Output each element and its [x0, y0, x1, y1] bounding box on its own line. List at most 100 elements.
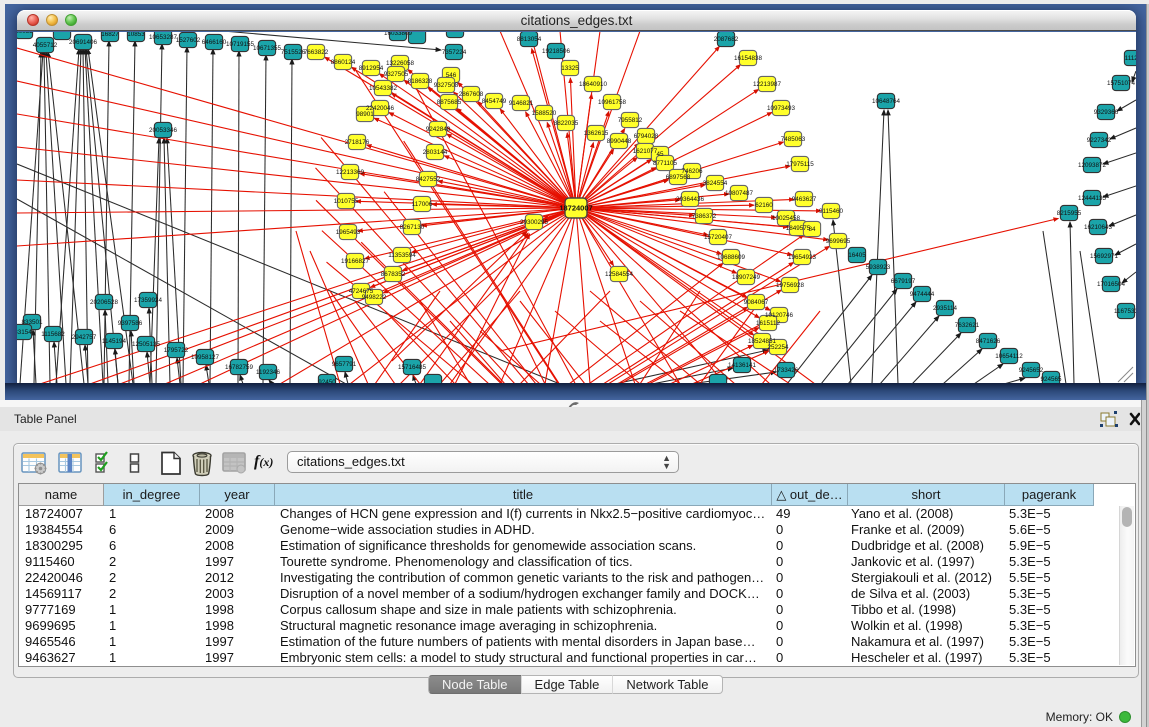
svg-text:84: 84 — [808, 226, 816, 233]
svg-text:7955812: 7955812 — [618, 117, 643, 124]
svg-text:19166827: 19166827 — [341, 258, 370, 265]
svg-text:3824554: 3824554 — [703, 180, 728, 187]
svg-text:117006: 117006 — [412, 201, 433, 208]
svg-text:20053346: 20053346 — [149, 127, 178, 134]
svg-text:16405: 16405 — [848, 252, 866, 259]
svg-text:8427552: 8427552 — [416, 176, 441, 183]
svg-text:924565: 924565 — [1040, 376, 1062, 383]
svg-text:18640910: 18640910 — [579, 81, 608, 88]
svg-text:12444135: 12444135 — [1078, 195, 1107, 202]
svg-text:9327505: 9327505 — [384, 71, 409, 78]
svg-text:8875685: 8875685 — [437, 99, 462, 106]
svg-text:16033809: 16033809 — [384, 32, 413, 37]
svg-text:16154838: 16154838 — [734, 55, 763, 62]
svg-text:10853: 10853 — [127, 32, 145, 38]
svg-text:20364436: 20364436 — [676, 196, 705, 203]
svg-text:12584554: 12584554 — [605, 271, 634, 278]
svg-text:1621077: 1621077 — [633, 148, 658, 155]
svg-text:13226058: 13226058 — [386, 60, 415, 67]
svg-text:17975115: 17975115 — [786, 161, 814, 168]
svg-text:10961758: 10961758 — [598, 99, 627, 106]
svg-text:9657791: 9657791 — [332, 361, 357, 368]
svg-text:12093872: 12093872 — [1078, 162, 1107, 169]
svg-text:9699695: 9699695 — [826, 238, 851, 245]
svg-text:10648764: 10648764 — [872, 98, 901, 105]
svg-text:15692971: 15692971 — [1090, 253, 1119, 260]
svg-text:4055712: 4055712 — [33, 42, 58, 49]
svg-text:12213369: 12213369 — [336, 169, 365, 176]
svg-text:546: 546 — [446, 72, 457, 79]
svg-text:9115460: 9115460 — [819, 208, 844, 215]
svg-text:17016504: 17016504 — [1097, 281, 1126, 288]
svg-text:2935114: 2935114 — [933, 305, 958, 312]
svg-text:9498222: 9498222 — [362, 294, 387, 301]
svg-text:8215955: 8215955 — [1057, 210, 1082, 217]
svg-text:10958127: 10958127 — [191, 354, 220, 361]
svg-text:8822035: 8822035 — [554, 120, 579, 127]
svg-text:9146821: 9146821 — [509, 100, 534, 107]
svg-text:9227342: 9227342 — [1087, 137, 1112, 144]
svg-text:19654923: 19654923 — [788, 254, 817, 261]
svg-text:8678352: 8678352 — [381, 271, 406, 278]
svg-text:7386372: 7386372 — [692, 213, 717, 220]
svg-text:8912954: 8912954 — [359, 65, 384, 72]
svg-text:33154: 33154 — [17, 329, 32, 336]
svg-text:7515526: 7515526 — [281, 49, 306, 56]
svg-text:19218506: 19218506 — [542, 48, 571, 55]
svg-text:20691406: 20691406 — [69, 39, 98, 46]
svg-text:252254: 252254 — [767, 344, 789, 351]
svg-text:16827: 16827 — [101, 32, 119, 38]
svg-text:6466160: 6466160 — [202, 39, 227, 46]
svg-text:8990448: 8990448 — [607, 138, 632, 145]
svg-text:18724007: 18724007 — [559, 204, 592, 213]
svg-text:1615112: 1615112 — [756, 320, 781, 327]
svg-text:9245652: 9245652 — [1019, 367, 1044, 374]
svg-text:7663822: 7663822 — [304, 49, 329, 56]
svg-text:12505135: 12505135 — [132, 341, 161, 348]
svg-text:7357224: 7357224 — [442, 49, 467, 56]
svg-text:15720407: 15720407 — [704, 234, 733, 241]
svg-text:6794028: 6794028 — [634, 133, 659, 140]
svg-text:11120: 11120 — [1125, 55, 1136, 62]
svg-text:833501: 833501 — [21, 319, 43, 326]
svg-text:10025458: 10025458 — [772, 215, 801, 222]
svg-text:15716485: 15716485 — [398, 364, 427, 371]
svg-text:8454749: 8454749 — [482, 98, 507, 105]
svg-text:10807487: 10807487 — [725, 190, 754, 197]
svg-text:98901: 98901 — [356, 111, 374, 118]
svg-text:1167533: 1167533 — [1114, 308, 1136, 315]
svg-text:62160: 62160 — [755, 202, 773, 209]
svg-text:6897568: 6897568 — [666, 174, 691, 181]
svg-text:9474444: 9474444 — [910, 291, 935, 298]
svg-text:9327508: 9327508 — [434, 82, 459, 89]
svg-text:1965493: 1965493 — [336, 229, 361, 236]
svg-text:8860124: 8860124 — [331, 59, 356, 66]
svg-text:8771105: 8771105 — [653, 160, 678, 167]
svg-text:1527602: 1527602 — [176, 37, 201, 44]
svg-text:5938923: 5938923 — [866, 264, 891, 271]
svg-text:11353594: 11353594 — [388, 252, 416, 259]
svg-text:9329366: 9329366 — [1094, 109, 1119, 116]
svg-text:10653287: 10653287 — [149, 34, 178, 41]
svg-text:2803144: 2803144 — [423, 149, 448, 156]
svg-text:1145194: 1145194 — [102, 338, 127, 345]
svg-text:2718176: 2718176 — [345, 139, 370, 146]
svg-text:10120746: 10120746 — [765, 312, 794, 319]
svg-text:20206528: 20206528 — [90, 299, 119, 306]
svg-text:1588520: 1588520 — [532, 110, 557, 117]
svg-text:10543382: 10543382 — [369, 85, 398, 92]
svg-text:6679197: 6679197 — [891, 278, 916, 285]
svg-text:29300295: 29300295 — [520, 219, 549, 226]
svg-text:8186328: 8186328 — [408, 78, 433, 85]
svg-text:19756928: 19756928 — [776, 282, 805, 289]
svg-text:2942757: 2942757 — [72, 334, 97, 341]
svg-text:9463627: 9463627 — [792, 196, 817, 203]
svg-text:1010755: 1010755 — [334, 198, 359, 205]
svg-text:7485063: 7485063 — [781, 136, 806, 143]
svg-text:1192346: 1192346 — [256, 369, 281, 376]
svg-text:10688609: 10688609 — [717, 254, 746, 261]
svg-text:12213987: 12213987 — [753, 81, 782, 88]
svg-text:18907249: 18907249 — [732, 274, 761, 281]
svg-text:16210643: 16210643 — [1084, 224, 1113, 231]
svg-text:17359924: 17359924 — [134, 297, 163, 304]
